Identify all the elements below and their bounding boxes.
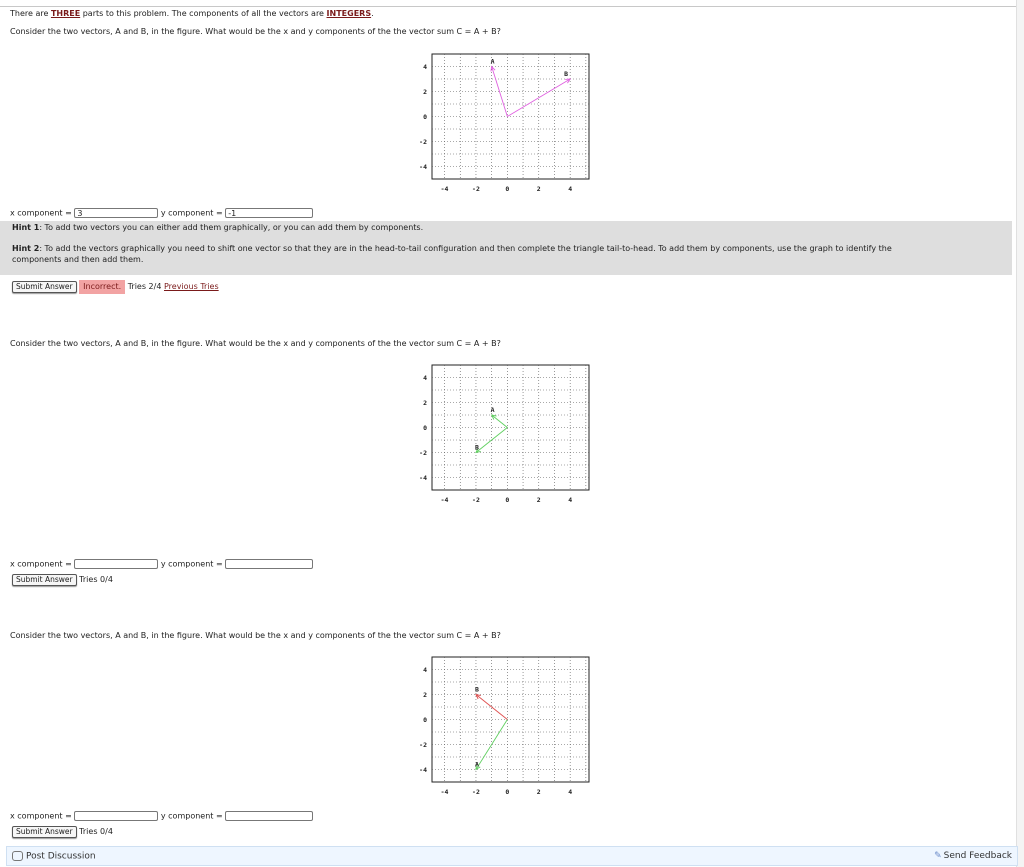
part2-y-input[interactable] [225, 559, 314, 569]
part1-question: Consider the two vectors, A and B, in th… [10, 27, 501, 36]
part3-submit-button[interactable]: Submit Answer [12, 826, 77, 838]
x-tick-label: -2 [472, 788, 480, 796]
part1-y-label: y component = [160, 208, 223, 218]
y-tick-label: 4 [423, 63, 427, 71]
vector-label: A [491, 406, 495, 414]
intro-middle: parts to this problem. The components of… [80, 9, 327, 18]
x-tick-label: 2 [537, 496, 541, 504]
part2-answer-row: x component = y component = [10, 559, 314, 569]
vertical-scrollbar[interactable] [1016, 0, 1024, 867]
problem-intro: There are THREE parts to this problem. T… [10, 9, 374, 18]
y-tick-label: 2 [423, 691, 427, 699]
intro-integer-note: INTEGERS [326, 9, 372, 18]
part1-submit-row: Submit Answer Incorrect. Tries 2/4 Previ… [12, 280, 219, 294]
hint2-text: : To add the vectors graphically you nee… [39, 244, 892, 253]
y-tick-label: 0 [423, 113, 427, 121]
intro-part-count: THREE [50, 9, 81, 18]
hint2-title: Hint 2 [12, 244, 40, 253]
y-tick-label: 4 [423, 374, 427, 382]
vector-label: B [564, 70, 568, 78]
x-tick-label: 0 [505, 185, 509, 193]
part3-y-label: y component = [160, 811, 223, 821]
part2-vector-graph: -4 -2 0 2 4 4 2 0 -2 -4 A B [419, 364, 590, 504]
y-tick-label: -2 [419, 138, 427, 146]
x-tick-label: 4 [568, 185, 572, 193]
part1-hint-1: Hint 1: To add two vectors you can eithe… [12, 223, 423, 232]
part1-x-input[interactable]: 3 [74, 208, 159, 218]
x-tick-label: -2 [472, 185, 480, 193]
part1-y-input[interactable]: -1 [225, 208, 314, 218]
browser-top-strip [0, 0, 1024, 7]
part3-question: Consider the two vectors, A and B, in th… [10, 631, 501, 640]
y-tick-label: -4 [419, 474, 427, 482]
part1-tries: Tries 2/4 [127, 282, 162, 291]
discussion-icon [12, 851, 23, 861]
x-tick-label: 4 [568, 788, 572, 796]
vector-a [491, 414, 508, 428]
vector-label: A [475, 761, 479, 769]
discussion-bar [6, 846, 1018, 866]
post-discussion-link[interactable]: Post Discussion [12, 851, 96, 862]
post-discussion-label: Post Discussion [26, 851, 96, 862]
part3-answer-row: x component = y component = [10, 811, 314, 821]
part3-x-label: x component = [10, 811, 72, 821]
part1-submit-button[interactable]: Submit Answer [12, 281, 77, 293]
y-tick-label: 2 [423, 399, 427, 407]
x-tick-label: 0 [505, 788, 509, 796]
part3-vector-graph: -4 -2 0 2 4 4 2 0 -2 -4 A B [419, 656, 590, 796]
y-tick-label: 0 [423, 716, 427, 724]
vector-a [491, 66, 508, 117]
part2-x-label: x component = [10, 559, 72, 569]
y-tick-label: -2 [419, 741, 427, 749]
part3-tries: Tries 0/4 [79, 827, 113, 836]
x-tick-label: -2 [472, 496, 480, 504]
part1-status-badge: Incorrect. [79, 280, 126, 294]
x-tick-label: 0 [505, 496, 509, 504]
part1-hint-2: Hint 2: To add the vectors graphically y… [12, 244, 892, 253]
vector-label: A [491, 58, 495, 66]
y-tick-label: -4 [419, 163, 427, 171]
send-feedback-link[interactable]: ✎ Send Feedback [934, 851, 1012, 861]
part1-previous-tries-link[interactable]: Previous Tries [164, 282, 219, 291]
part2-y-label: y component = [160, 559, 223, 569]
part3-submit-row: Submit Answer Tries 0/4 [12, 826, 113, 838]
x-tick-label: 2 [537, 185, 541, 193]
y-tick-label: 0 [423, 424, 427, 432]
hint1-title: Hint 1 [12, 223, 40, 232]
part2-question: Consider the two vectors, A and B, in th… [10, 339, 501, 348]
part2-submit-button[interactable]: Submit Answer [12, 574, 77, 586]
y-tick-label: -4 [419, 766, 427, 774]
part1-vector-graph: -4 -2 0 2 4 4 2 0 -2 -4 A B [419, 53, 590, 193]
part1-hint-2-cont: components and then add them. [12, 255, 144, 264]
x-tick-label: 2 [537, 788, 541, 796]
part1-x-label: x component = [10, 208, 72, 218]
intro-prefix: There are [10, 9, 51, 18]
x-tick-label: 4 [568, 496, 572, 504]
vector-label: B [475, 686, 479, 694]
send-feedback-label: Send Feedback [943, 851, 1012, 861]
x-tick-label: -4 [441, 185, 449, 193]
feedback-icon: ✎ [934, 851, 942, 861]
part1-answer-row: x component = 3 y component = -1 [10, 208, 314, 218]
part2-x-input[interactable] [74, 559, 159, 569]
part3-y-input[interactable] [225, 811, 314, 821]
x-tick-label: -4 [441, 788, 449, 796]
part2-tries: Tries 0/4 [79, 575, 113, 584]
vector-label: B [475, 444, 479, 452]
x-tick-label: -4 [441, 496, 449, 504]
intro-suffix: . [371, 9, 374, 18]
y-tick-label: -2 [419, 449, 427, 457]
part3-x-input[interactable] [74, 811, 159, 821]
hint1-text: : To add two vectors you can either add … [39, 223, 424, 232]
y-tick-label: 4 [423, 666, 427, 674]
part2-submit-row: Submit Answer Tries 0/4 [12, 574, 113, 586]
y-tick-label: 2 [423, 88, 427, 96]
